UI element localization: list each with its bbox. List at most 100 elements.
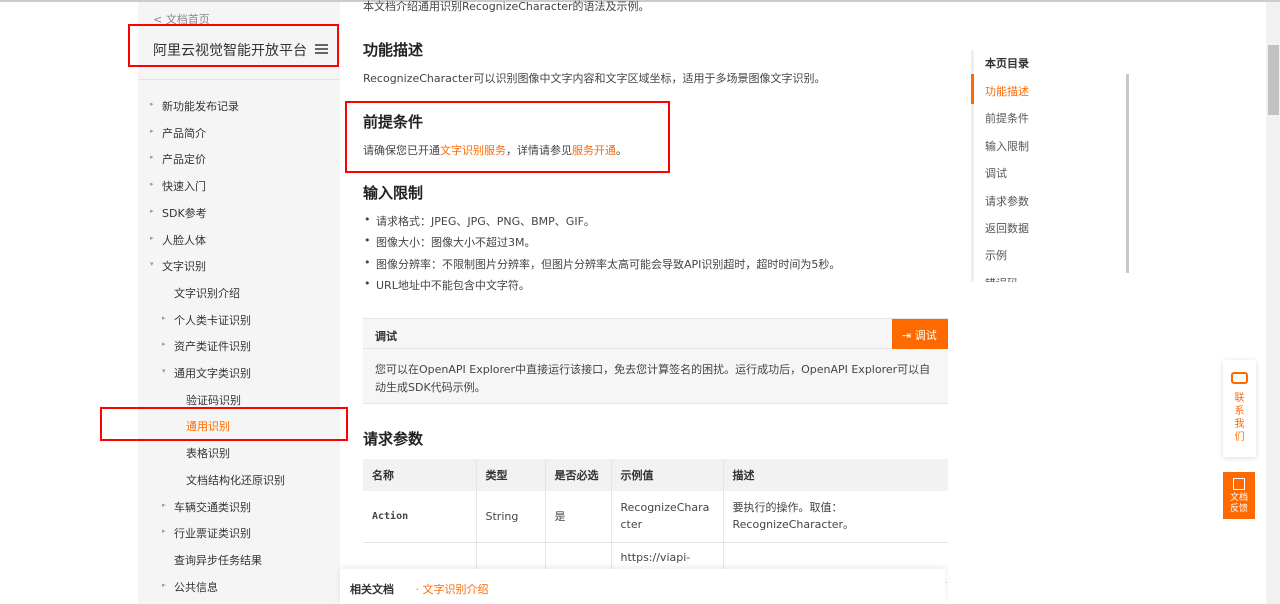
debug-title: 调试 bbox=[363, 319, 948, 349]
caret-right-icon: ▸ bbox=[150, 100, 154, 108]
sidebar-item-label: 公共信息 bbox=[174, 580, 218, 594]
sidebar-item-label: 产品简介 bbox=[162, 126, 206, 140]
sidebar-item[interactable]: ▸ 资产类证件识别 bbox=[162, 338, 251, 354]
sidebar-item[interactable]: ▸ 新功能发布记录 bbox=[150, 98, 239, 114]
toc-item[interactable]: 调试 bbox=[985, 165, 1007, 181]
feedback-label: 文档反馈 bbox=[1229, 493, 1248, 514]
sidebar-item[interactable]: ▾ 通用文字类识别 bbox=[162, 365, 251, 381]
sidebar-item-label: 行业票证类识别 bbox=[174, 527, 251, 541]
debug-panel: 调试 ⇥ 调试 您可以在OpenAPI Explorer中直接运行该接口，免去您… bbox=[363, 318, 948, 404]
text: 请确保您已开通 bbox=[363, 144, 440, 157]
sidebar-item[interactable]: 文档结构化还原识别 bbox=[186, 472, 285, 488]
col-description: 描述 bbox=[723, 459, 948, 491]
col-required: 是否必选 bbox=[545, 459, 612, 491]
caret-right-icon: ▸ bbox=[162, 500, 166, 509]
sidebar-item[interactable]: ▸ 车辆交通类识别 bbox=[162, 499, 251, 515]
external-link-icon: ⇥ bbox=[902, 329, 915, 342]
divider bbox=[138, 79, 340, 80]
sidebar-item-label: 文字识别介绍 bbox=[174, 286, 240, 300]
cell: String bbox=[476, 491, 546, 543]
sidebar-item-label: 产品定价 bbox=[162, 153, 206, 167]
caret-right-icon: ▸ bbox=[162, 527, 166, 536]
heading-input-limits: 输入限制 bbox=[363, 184, 424, 202]
sidebar-item[interactable]: 验证码识别 bbox=[186, 392, 241, 408]
toc-item[interactable]: 功能描述 bbox=[985, 83, 1029, 99]
sidebar: < 文档首页 阿里云视觉智能开放平台 ▸ 新功能发布记录 ▸ 产品简介 ▸ 产品定价 ▸ 快速… bbox=[138, 2, 340, 604]
annotation-box-nav-selected bbox=[100, 407, 348, 441]
cell: RecognizeCharacter bbox=[611, 491, 724, 543]
sidebar-item[interactable]: ▸ SDK参考 bbox=[150, 205, 207, 221]
col-name: 名称 bbox=[363, 459, 477, 491]
toc-item[interactable]: 前提条件 bbox=[985, 110, 1029, 126]
caret-right-icon: ▸ bbox=[162, 313, 166, 322]
caret-right-icon: ▸ bbox=[150, 180, 154, 189]
sidebar-item-label: 人脸人体 bbox=[162, 233, 206, 247]
sidebar-item[interactable]: 文字识别介绍 bbox=[174, 285, 240, 301]
list-item: 图像分辨率：不限制图片分辨率，但图片分辨率太高可能会导致API识别超时，超时时间… bbox=[364, 256, 840, 272]
col-example: 示例值 bbox=[611, 459, 724, 491]
sidebar-item-label: 新功能发布记录 bbox=[162, 100, 239, 113]
debug-button-label: 调试 bbox=[914, 329, 937, 342]
ocr-service-link[interactable]: 文字识别服务 bbox=[440, 144, 506, 157]
toc-title: 本页目录 bbox=[985, 57, 1029, 70]
heading-function: 功能描述 bbox=[363, 41, 424, 59]
sidebar-item-label: 文档结构化还原识别 bbox=[186, 473, 285, 487]
page-scrollbar-thumb[interactable] bbox=[1268, 45, 1279, 115]
sidebar-item[interactable]: ▸ 人脸人体 bbox=[150, 232, 206, 248]
sidebar-item[interactable]: ▸ 产品定价 bbox=[150, 151, 206, 167]
caret-right-icon: ▸ bbox=[162, 340, 166, 349]
intro-text: 本文档介绍通用识别RecognizeCharacter的语法及示例。 bbox=[363, 0, 650, 13]
edit-icon bbox=[1233, 478, 1245, 490]
sidebar-item[interactable]: ▸ 快速入门 bbox=[150, 178, 206, 194]
debug-button[interactable]: ⇥ 调试 bbox=[892, 319, 948, 349]
related-doc-link-label: 文字识别介绍 bbox=[422, 583, 489, 596]
text: 。 bbox=[616, 144, 627, 157]
caret-right-icon: ▸ bbox=[150, 206, 154, 215]
sidebar-item[interactable]: ▸ 产品简介 bbox=[150, 125, 206, 141]
doc-feedback-button[interactable]: 文档反馈 bbox=[1223, 472, 1255, 519]
sidebar-item-label: 查询异步任务结果 bbox=[174, 553, 262, 567]
sidebar-item[interactable]: ▸ 公共信息 bbox=[162, 579, 218, 595]
toc-scrollbar[interactable] bbox=[1126, 74, 1129, 273]
sidebar-item-label: 通用文字类识别 bbox=[174, 367, 251, 380]
related-doc-link[interactable]: · 文字识别介绍 bbox=[416, 583, 489, 596]
sidebar-item-label: 快速入门 bbox=[162, 180, 206, 194]
toc-item[interactable]: 返回数据 bbox=[985, 220, 1029, 236]
table-row: Action String 是 RecognizeCharacter 要执行的操… bbox=[363, 491, 948, 543]
toc-item[interactable]: 错误码 bbox=[985, 275, 1018, 282]
related-docs-bar: 相关文档 · 文字识别介绍 bbox=[340, 569, 945, 604]
contact-us-button[interactable]: 联系我们 bbox=[1223, 360, 1256, 457]
sidebar-item[interactable]: ▸ 行业票证类识别 bbox=[162, 525, 251, 541]
heading-prerequisites: 前提条件 bbox=[363, 113, 424, 131]
list-item: 请求格式：JPEG、JPG、PNG、BMP、GIF。 bbox=[364, 213, 595, 229]
sidebar-item[interactable]: 查询异步任务结果 bbox=[174, 552, 262, 568]
toc-item[interactable]: 输入限制 bbox=[985, 138, 1029, 154]
prerequisites-text: 请确保您已开通文字识别服务，详情请参见服务开通。 bbox=[363, 142, 627, 158]
cell: Action bbox=[363, 491, 477, 543]
heading-request-params: 请求参数 bbox=[363, 430, 424, 448]
toc-item[interactable]: 请求参数 bbox=[985, 193, 1029, 209]
caret-down-icon: ▾ bbox=[162, 367, 166, 375]
toc-item[interactable]: 示例 bbox=[985, 247, 1007, 263]
caret-right-icon: ▸ bbox=[150, 233, 154, 242]
caret-right-icon: ▸ bbox=[162, 580, 166, 589]
debug-description: 您可以在OpenAPI Explorer中直接运行该接口，免去您计算签名的困扰。… bbox=[375, 363, 931, 394]
params-table: 名称 类型 是否必选 示例值 描述 Action String 是 Recogn… bbox=[363, 459, 948, 583]
cell: 要执行的操作。取值：RecognizeCharacter。 bbox=[723, 491, 948, 543]
sidebar-item[interactable]: ▾ 文字识别 bbox=[150, 258, 206, 274]
sidebar-item[interactable]: 表格识别 bbox=[186, 445, 230, 461]
service-activation-link[interactable]: 服务开通 bbox=[572, 144, 616, 157]
sidebar-item-label: 验证码识别 bbox=[186, 393, 241, 407]
annotation-box-brand bbox=[128, 24, 339, 67]
table-header: 名称 类型 是否必选 示例值 描述 bbox=[363, 459, 948, 491]
cell: 是 bbox=[545, 491, 612, 543]
sidebar-item-label: 文字识别 bbox=[162, 260, 206, 274]
sidebar-item[interactable]: ▸ 个人类卡证识别 bbox=[162, 312, 251, 328]
contact-us-label: 联系我们 bbox=[1234, 393, 1245, 443]
contact-icon bbox=[1231, 372, 1248, 384]
sidebar-item-label: 表格识别 bbox=[186, 447, 230, 461]
list-item: URL地址中不能包含中文字符。 bbox=[364, 277, 530, 293]
sidebar-item-label: 资产类证件识别 bbox=[174, 340, 251, 354]
col-type: 类型 bbox=[476, 459, 546, 491]
caret-right-icon: ▸ bbox=[150, 126, 154, 135]
